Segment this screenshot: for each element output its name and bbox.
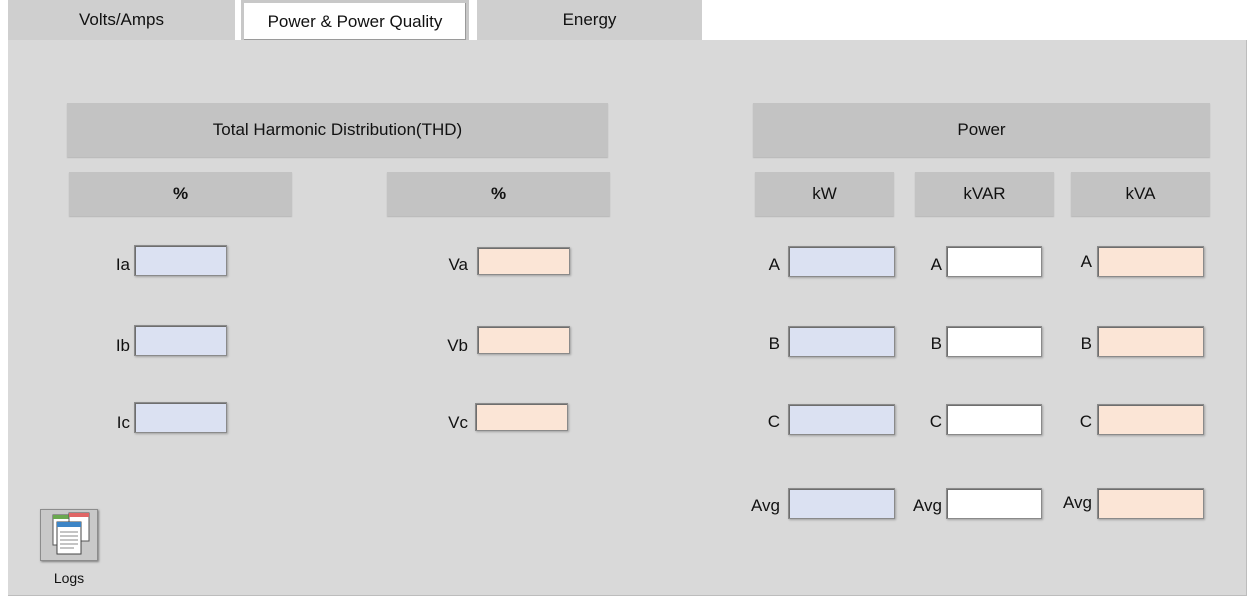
ib-thd-field[interactable] — [134, 325, 227, 356]
thd-voltage-unit-header: % — [387, 172, 610, 216]
kvar-row-label-avg: Avg — [913, 496, 942, 515]
kvar-b-field[interactable] — [946, 326, 1042, 357]
kw-b-field[interactable] — [788, 326, 895, 357]
va-label: Va — [448, 255, 468, 274]
tab-label: Power & Power Quality — [267, 11, 443, 31]
va-thd-field[interactable] — [477, 247, 570, 275]
kvar-row-label-a: A — [930, 255, 942, 274]
kw-row-label-a: A — [768, 255, 780, 274]
kva-row-label-avg: Avg — [1063, 493, 1092, 512]
kvar-row-label-b: B — [930, 334, 942, 353]
kva-row-label-c: C — [1079, 412, 1092, 431]
thd-title: Total Harmonic Distribution(THD) — [67, 103, 608, 157]
kvar-a-field[interactable] — [946, 246, 1042, 277]
thd-current-unit-header: % — [69, 172, 292, 216]
vc-label: Vc — [448, 413, 468, 432]
kw-c-field[interactable] — [788, 404, 895, 435]
tab-label: Energy — [562, 10, 617, 29]
tab-volts-amps[interactable]: Volts/Amps — [8, 0, 235, 40]
kw-row-label-b: B — [768, 334, 780, 353]
thd-title-text: Total Harmonic Distribution(THD) — [212, 120, 463, 139]
kw-a-field[interactable] — [788, 246, 895, 277]
ia-thd-field[interactable] — [134, 245, 227, 276]
tab-energy[interactable]: Energy — [477, 0, 702, 40]
vb-thd-field[interactable] — [477, 326, 570, 354]
kva-header-text: kVA — [1125, 184, 1156, 203]
ia-label: Ia — [115, 255, 130, 274]
kw-header: kW — [755, 172, 894, 216]
kva-b-field[interactable] — [1097, 326, 1204, 357]
kvar-row-label-c: C — [929, 412, 942, 431]
kvar-c-field[interactable] — [946, 404, 1042, 435]
vb-label: Vb — [447, 336, 468, 355]
kva-row-label-a: A — [1080, 252, 1092, 271]
power-title-text: Power — [957, 120, 1006, 139]
kvar-header-text: kVAR — [963, 184, 1006, 203]
vc-thd-field[interactable] — [475, 403, 568, 431]
logs-icon — [52, 512, 90, 555]
kvar-avg-field[interactable] — [946, 488, 1042, 519]
ic-thd-field[interactable] — [134, 402, 227, 433]
kw-header-text: kW — [812, 184, 837, 203]
kva-header: kVA — [1071, 172, 1210, 216]
kw-row-label-c: C — [767, 412, 780, 431]
kw-row-label-avg: Avg — [751, 496, 780, 515]
ib-label: Ib — [115, 336, 130, 355]
power-title: Power — [753, 103, 1210, 157]
kvar-header: kVAR — [915, 172, 1054, 216]
ic-label: Ic — [116, 413, 130, 432]
logs-label: Logs — [53, 570, 85, 586]
tab-power-quality[interactable]: Power & Power Quality — [241, 0, 469, 40]
kva-a-field[interactable] — [1097, 246, 1204, 277]
current-unit: % — [172, 184, 189, 203]
kva-c-field[interactable] — [1097, 404, 1204, 435]
tab-label: Volts/Amps — [78, 10, 165, 29]
kva-avg-field[interactable] — [1097, 488, 1204, 519]
voltage-unit: % — [490, 184, 507, 203]
kw-avg-field[interactable] — [788, 488, 895, 519]
kva-row-label-b: B — [1080, 334, 1092, 353]
logs-button[interactable] — [40, 509, 98, 561]
